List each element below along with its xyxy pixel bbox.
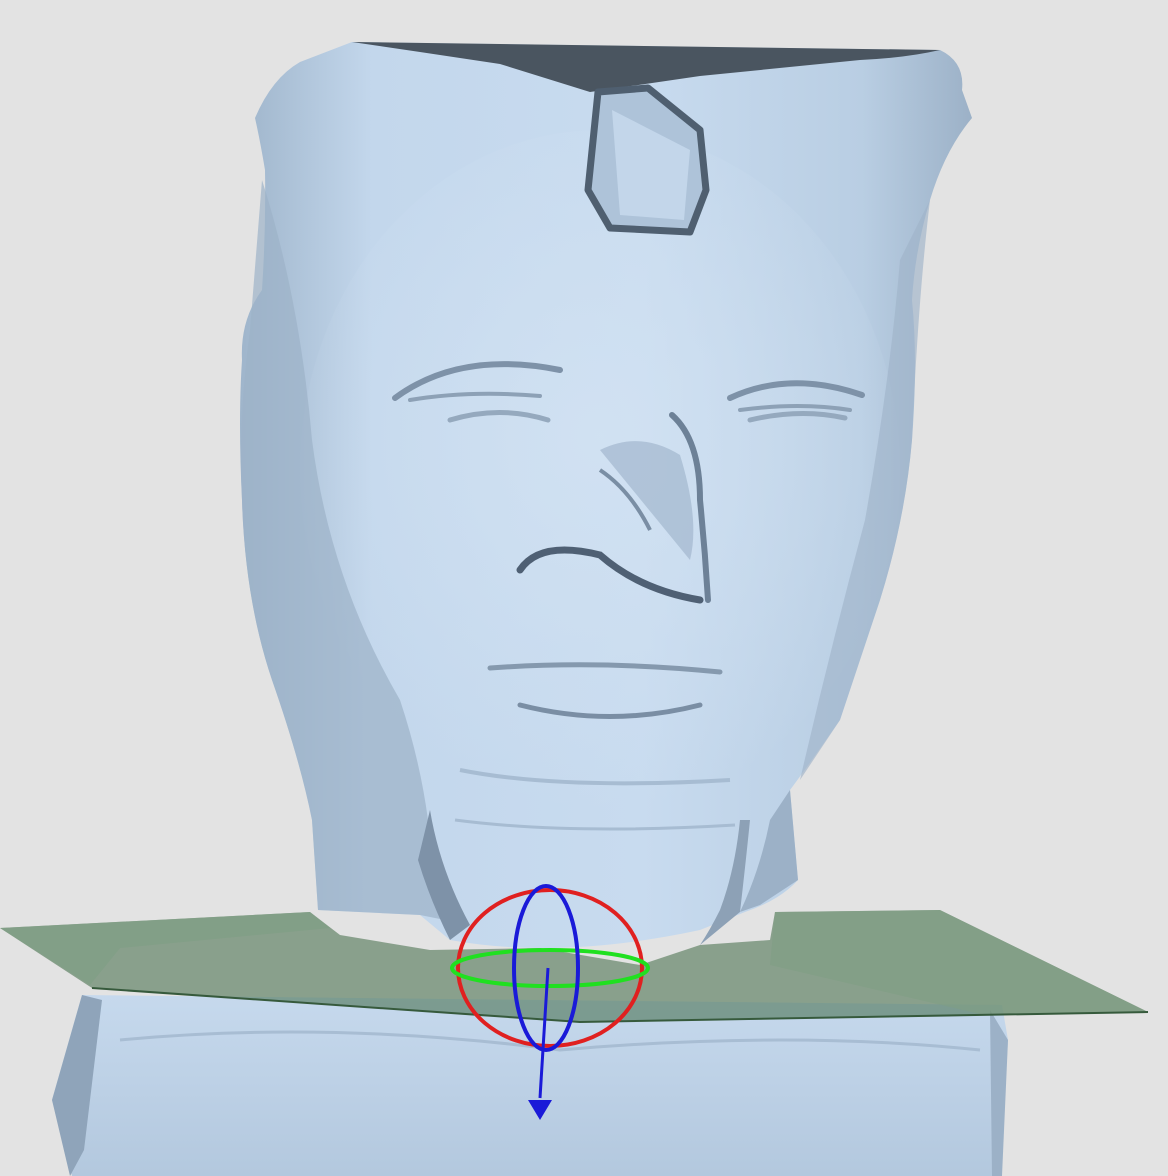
base-block-mesh[interactable] bbox=[52, 995, 1008, 1176]
3d-viewport[interactable] bbox=[0, 0, 1168, 1176]
